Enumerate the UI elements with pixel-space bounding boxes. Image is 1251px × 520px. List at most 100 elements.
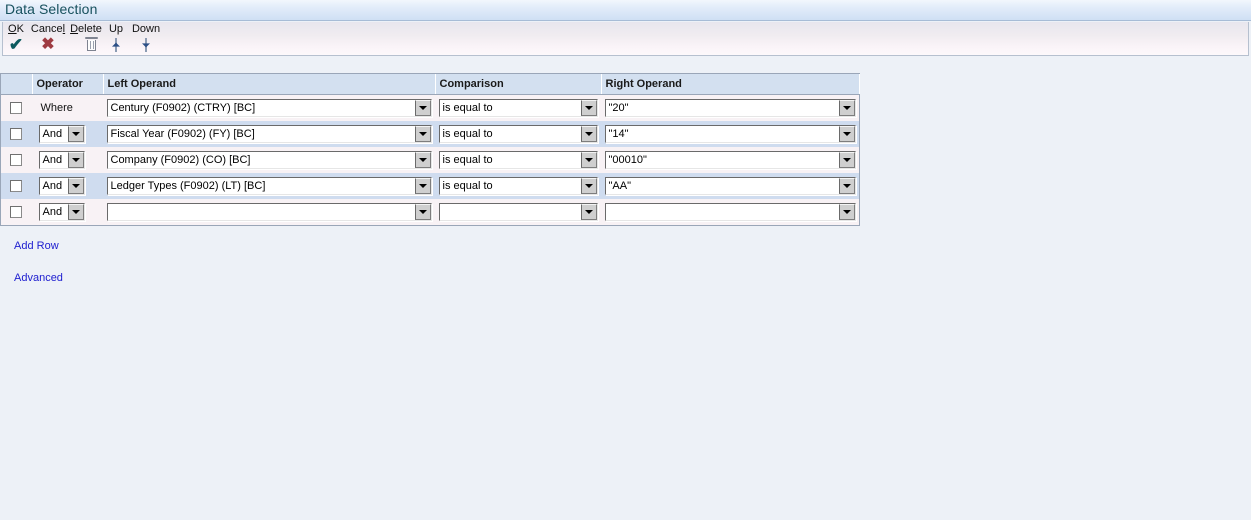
left-operand-select[interactable]	[106, 203, 432, 221]
operator-value: And	[39, 126, 68, 142]
left-operand-select[interactable]: Fiscal Year (F0902) (FY) [BC]	[106, 125, 432, 143]
row-checkbox[interactable]	[10, 154, 23, 167]
chevron-down-icon	[142, 38, 150, 52]
comparison-select[interactable]: is equal to	[438, 151, 598, 169]
up-button-label: Up	[108, 23, 124, 35]
left-operand-cell: Company (F0902) (CO) [BC]	[103, 147, 435, 173]
left-operand-value: Ledger Types (F0902) (LT) [BC]	[107, 178, 415, 194]
table-row: Where Century (F0902) (CTRY) [BC] is equ…	[1, 94, 859, 121]
right-operand-cell: "14"	[601, 121, 859, 147]
row-checkbox[interactable]	[10, 180, 23, 193]
chevron-down-icon[interactable]	[838, 126, 855, 142]
chevron-down-icon[interactable]	[414, 126, 431, 142]
comparison-value: is equal to	[439, 152, 581, 168]
right-operand-value: "20"	[605, 100, 839, 116]
toolbar: OK ✔ Cancel ✖ Delete Up Down	[2, 22, 1249, 56]
chevron-down-icon[interactable]	[67, 178, 84, 194]
operator-select[interactable]: And	[38, 203, 85, 221]
chevron-down-icon[interactable]	[67, 152, 84, 168]
right-operand-select[interactable]: "14"	[604, 125, 856, 143]
table-row: And	[1, 199, 859, 225]
chevron-down-icon[interactable]	[414, 204, 431, 220]
row-select-cell[interactable]	[1, 199, 32, 225]
left-operand-value: Century (F0902) (CTRY) [BC]	[107, 100, 415, 116]
right-operand-cell: "00010"	[601, 147, 859, 173]
down-button[interactable]: Down	[129, 22, 163, 56]
column-header-checkbox	[1, 74, 33, 95]
chevron-down-icon[interactable]	[580, 204, 597, 220]
add-row-link[interactable]: Add Row	[14, 240, 59, 252]
up-button[interactable]: Up	[105, 22, 127, 56]
check-icon: ✔	[8, 35, 24, 54]
operator-cell: Where	[32, 94, 103, 121]
chevron-down-icon[interactable]	[414, 152, 431, 168]
comparison-select[interactable]	[438, 203, 598, 221]
operator-value: And	[39, 178, 68, 194]
comparison-value	[439, 204, 581, 220]
column-header-left-operand: Left Operand	[103, 74, 436, 95]
right-operand-cell: "20"	[601, 94, 859, 121]
chevron-down-icon[interactable]	[67, 126, 84, 142]
chevron-down-icon[interactable]	[838, 204, 855, 220]
row-checkbox[interactable]	[10, 102, 23, 115]
chevron-down-icon[interactable]	[838, 178, 855, 194]
right-operand-select[interactable]: "AA"	[604, 177, 856, 195]
column-header-comparison: Comparison	[435, 74, 602, 95]
chevron-down-icon[interactable]	[580, 126, 597, 142]
row-select-cell[interactable]	[1, 121, 32, 147]
ok-button[interactable]: OK ✔	[5, 22, 27, 56]
operator-select[interactable]: And	[38, 177, 85, 195]
operator-select[interactable]: And	[38, 125, 85, 143]
left-operand-select[interactable]: Ledger Types (F0902) (LT) [BC]	[106, 177, 432, 195]
chevron-down-icon[interactable]	[580, 152, 597, 168]
row-checkbox[interactable]	[10, 128, 23, 141]
table-row: And Ledger Types (F0902) (LT) [BC] is eq…	[1, 173, 859, 199]
comparison-select[interactable]: is equal to	[438, 125, 598, 143]
left-operand-value	[107, 204, 415, 220]
operator-value: And	[39, 204, 68, 220]
operator-static-label: Where	[40, 102, 73, 114]
column-header-right-operand: Right Operand	[601, 74, 860, 95]
delete-button[interactable]: Delete	[68, 22, 104, 56]
comparison-cell: is equal to	[435, 121, 601, 147]
operator-cell: And	[32, 121, 103, 147]
grid-header-row: Operator Left Operand Comparison Right O…	[1, 74, 860, 95]
chevron-down-icon[interactable]	[580, 178, 597, 194]
chevron-down-icon[interactable]	[580, 100, 597, 116]
comparison-value: is equal to	[439, 178, 581, 194]
cancel-button-label: Cancel	[30, 23, 66, 35]
down-button-label: Down	[131, 23, 161, 35]
left-operand-cell	[103, 199, 435, 225]
data-selection-grid: Operator Left Operand Comparison Right O…	[0, 73, 860, 226]
operator-cell: And	[32, 199, 103, 225]
comparison-cell: is equal to	[435, 147, 601, 173]
chevron-down-icon[interactable]	[838, 152, 855, 168]
right-operand-value: "00010"	[605, 152, 839, 168]
row-select-cell[interactable]	[1, 173, 32, 199]
chevron-down-icon[interactable]	[838, 100, 855, 116]
right-operand-select[interactable]: "20"	[604, 99, 856, 117]
comparison-select[interactable]: is equal to	[438, 177, 598, 195]
comparison-select[interactable]: is equal to	[438, 99, 598, 117]
right-operand-cell	[601, 199, 859, 225]
row-select-cell[interactable]	[1, 147, 32, 173]
left-operand-select[interactable]: Company (F0902) (CO) [BC]	[106, 151, 432, 169]
right-operand-select[interactable]	[604, 203, 856, 221]
chevron-down-icon[interactable]	[414, 100, 431, 116]
comparison-value: is equal to	[439, 100, 581, 116]
left-operand-select[interactable]: Century (F0902) (CTRY) [BC]	[106, 99, 432, 117]
comparison-value: is equal to	[439, 126, 581, 142]
row-checkbox[interactable]	[10, 206, 23, 219]
left-operand-cell: Century (F0902) (CTRY) [BC]	[103, 94, 435, 121]
chevron-down-icon[interactable]	[414, 178, 431, 194]
row-select-cell[interactable]	[1, 94, 32, 121]
operator-cell: And	[32, 173, 103, 199]
operator-select[interactable]: And	[38, 151, 85, 169]
right-operand-value: "14"	[605, 126, 839, 142]
comparison-cell: is equal to	[435, 94, 601, 121]
advanced-link[interactable]: Advanced	[14, 272, 63, 284]
right-operand-select[interactable]: "00010"	[604, 151, 856, 169]
chevron-down-icon[interactable]	[67, 204, 84, 220]
cancel-button[interactable]: Cancel ✖	[29, 22, 67, 56]
left-operand-value: Fiscal Year (F0902) (FY) [BC]	[107, 126, 415, 142]
